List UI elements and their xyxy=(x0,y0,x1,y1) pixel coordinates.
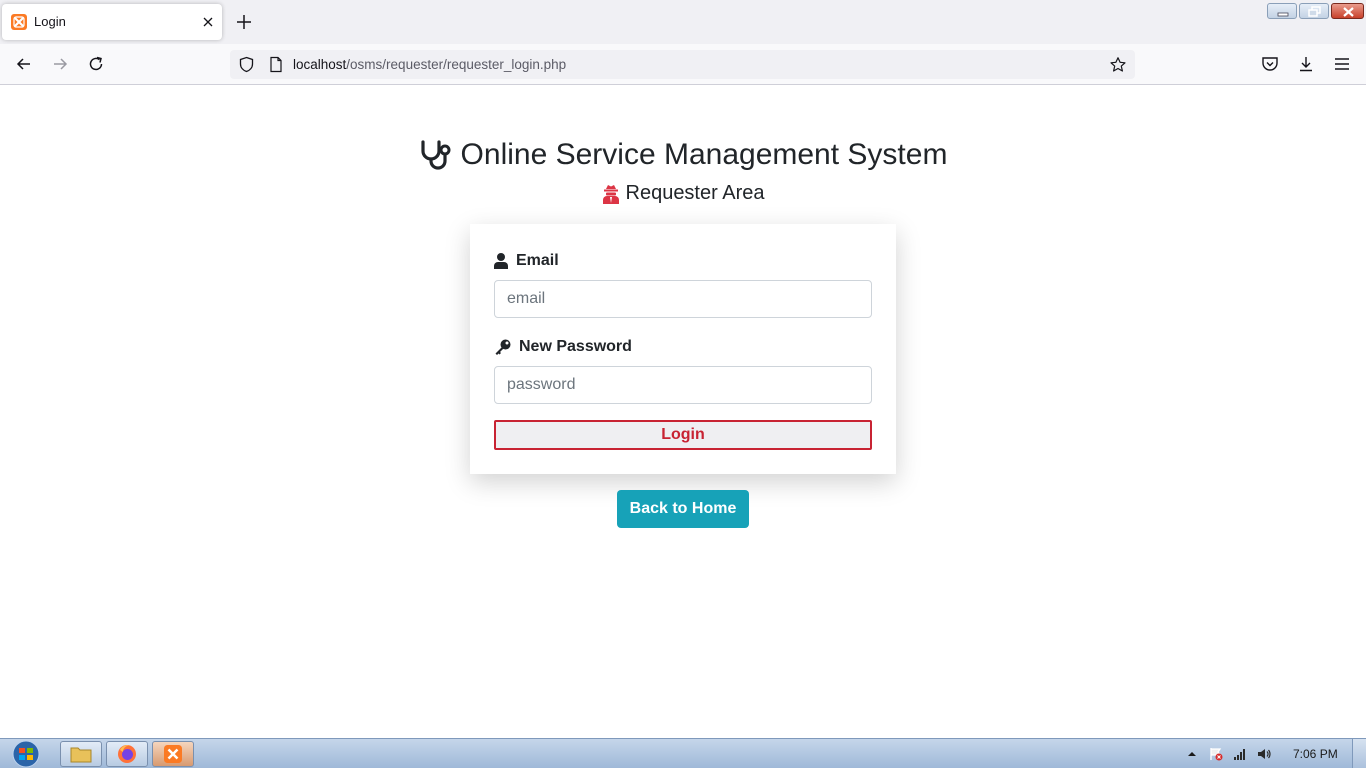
menu-hamburger-icon[interactable] xyxy=(1332,54,1352,74)
close-tab-icon[interactable] xyxy=(200,14,216,30)
restore-icon xyxy=(1308,6,1321,17)
login-card: Email New Password Login xyxy=(470,224,896,474)
key-icon xyxy=(495,339,511,355)
user-secret-icon xyxy=(602,184,619,204)
email-label: Email xyxy=(494,252,559,270)
forward-arrow-icon[interactable] xyxy=(50,54,70,74)
shield-icon[interactable] xyxy=(238,56,255,73)
page-subheading: Requester Area xyxy=(0,182,1366,210)
page-icon[interactable] xyxy=(268,56,284,73)
url-path: /osms/requester/requester_login.php xyxy=(346,57,567,72)
download-icon[interactable] xyxy=(1296,54,1316,74)
login-button[interactable]: Login xyxy=(494,420,872,450)
browser-tab-strip: Login xyxy=(0,0,1366,44)
firefox-icon xyxy=(118,745,136,763)
windows-start-icon[interactable] xyxy=(7,740,45,768)
show-hidden-icons-icon[interactable] xyxy=(1185,747,1199,761)
browser-tab-login[interactable]: Login xyxy=(2,4,222,40)
taskbar-explorer-button[interactable] xyxy=(60,741,102,767)
action-center-flag-icon[interactable] xyxy=(1209,747,1223,761)
os-taskbar: 7:06 PM xyxy=(0,738,1366,768)
pocket-icon[interactable] xyxy=(1260,54,1280,74)
address-bar[interactable]: localhost/osms/requester/requester_login… xyxy=(230,50,1135,79)
volume-icon[interactable] xyxy=(1257,747,1271,761)
email-label-text: Email xyxy=(516,252,559,269)
close-window-icon xyxy=(1343,7,1354,17)
back-to-home-button[interactable]: Back to Home xyxy=(617,490,749,528)
minimize-icon xyxy=(1277,12,1289,17)
folder-icon xyxy=(70,747,92,763)
bookmark-star-icon[interactable] xyxy=(1109,56,1127,74)
show-desktop-button[interactable] xyxy=(1352,739,1366,768)
taskbar-firefox-button[interactable] xyxy=(106,741,148,767)
email-input[interactable] xyxy=(494,280,872,318)
reload-icon[interactable] xyxy=(86,54,106,74)
stethoscope-icon xyxy=(420,140,451,170)
network-signal-icon[interactable] xyxy=(1233,747,1247,761)
page-title: Online Service Management System xyxy=(460,138,948,171)
url-host: localhost xyxy=(293,57,347,72)
page-heading: Online Service Management System xyxy=(0,138,1366,179)
tab-title: Login xyxy=(34,14,66,29)
password-label: New Password xyxy=(494,338,632,356)
password-label-text: New Password xyxy=(519,338,632,355)
xampp-favicon-icon xyxy=(11,14,27,30)
xampp-icon xyxy=(164,745,182,763)
back-arrow-icon[interactable] xyxy=(14,54,34,74)
restore-window-button[interactable] xyxy=(1299,3,1329,19)
minimize-window-button[interactable] xyxy=(1267,3,1297,19)
browser-toolbar: localhost/osms/requester/requester_login… xyxy=(0,44,1366,85)
user-icon xyxy=(494,253,508,269)
url-text: localhost/osms/requester/requester_login… xyxy=(293,57,566,72)
close-window-button[interactable] xyxy=(1331,3,1364,19)
taskbar-xampp-button[interactable] xyxy=(152,741,194,767)
taskbar-clock[interactable]: 7:06 PM xyxy=(1293,747,1338,761)
new-tab-icon[interactable] xyxy=(234,12,254,32)
page-subtitle: Requester Area xyxy=(625,182,765,204)
page-content: Online Service Management System Request… xyxy=(0,86,1366,738)
password-input[interactable] xyxy=(494,366,872,404)
